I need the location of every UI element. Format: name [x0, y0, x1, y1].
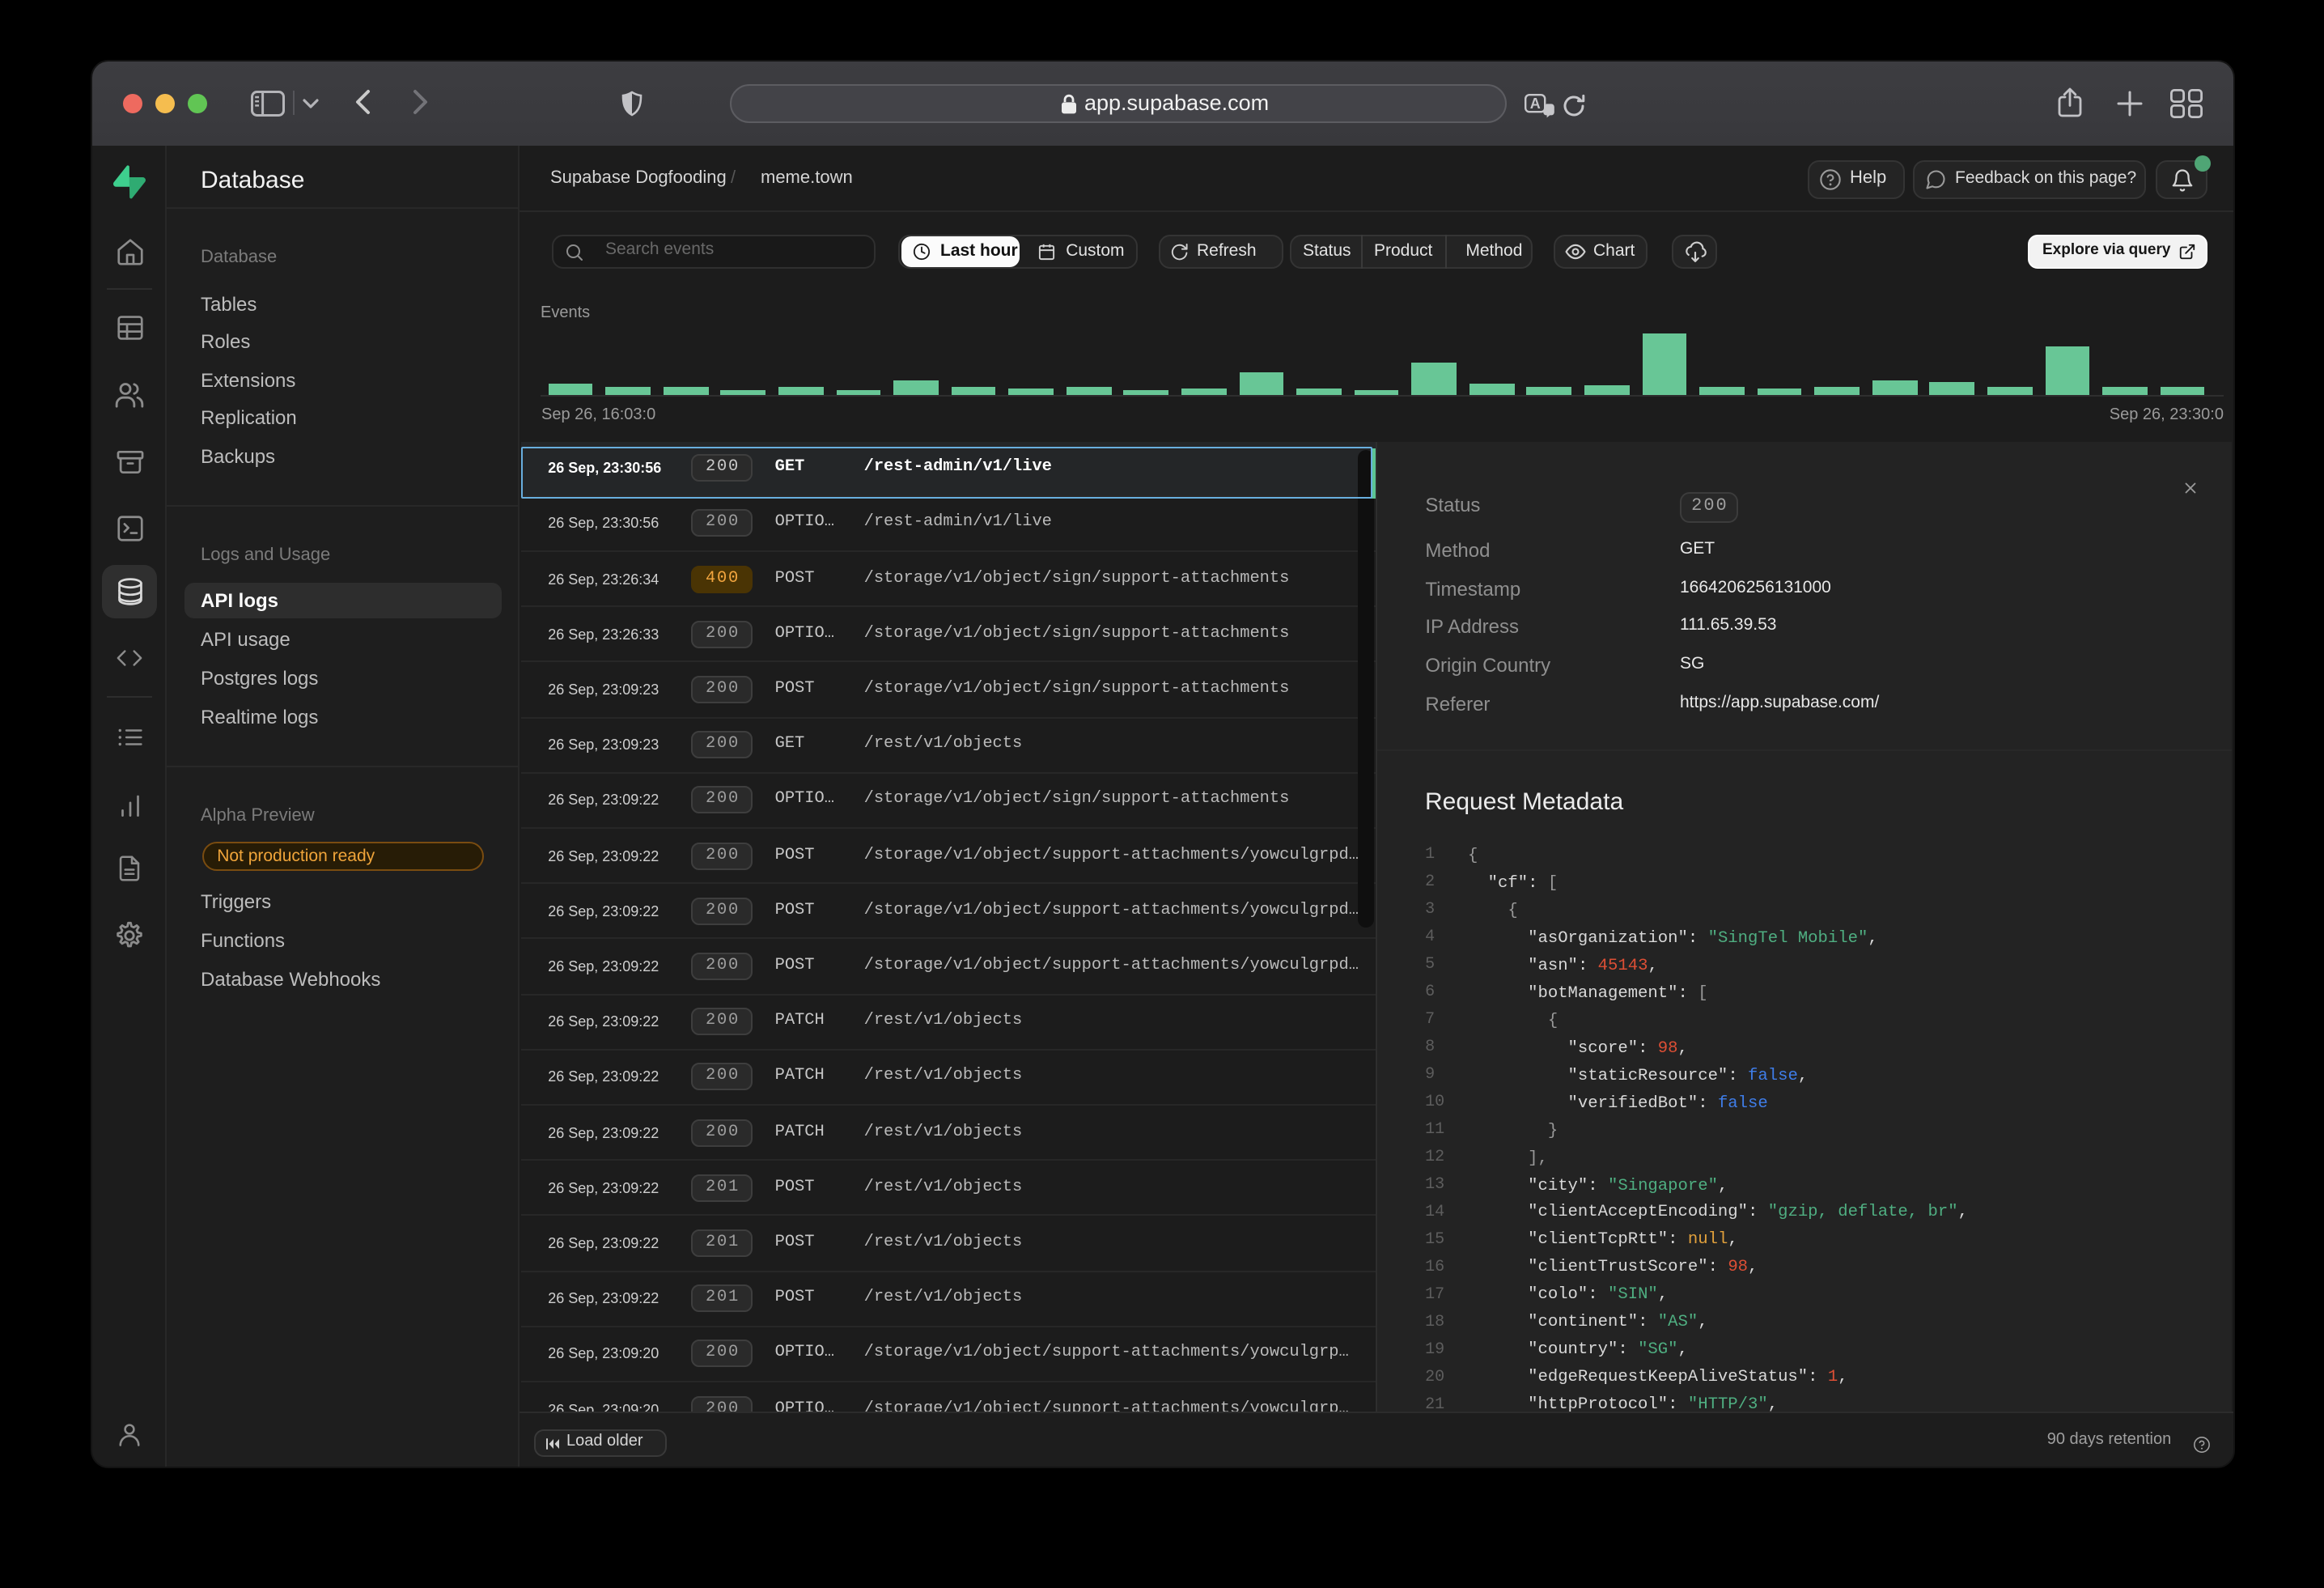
svg-text:A: A: [1530, 95, 1541, 111]
